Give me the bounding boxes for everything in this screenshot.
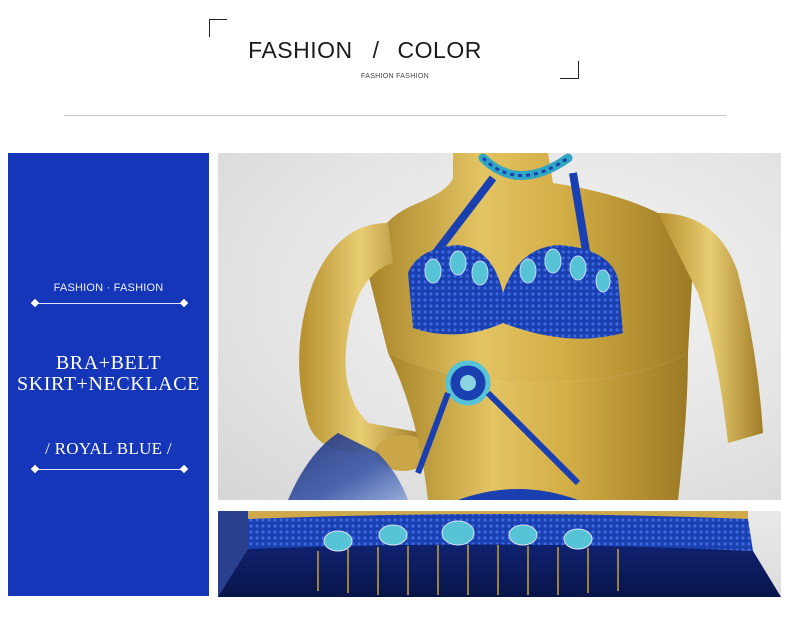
- color-name-label: / ROYAL BLUE /: [45, 439, 172, 458]
- corner-bracket-top-left: [209, 19, 227, 37]
- belt-skirt-photo: [218, 511, 781, 597]
- section-title-right: COLOR: [397, 37, 482, 63]
- belt-skirt-illustration: [218, 511, 781, 597]
- product-detail-page: FASHION / COLOR FASHION FASHION FASHION · …: [0, 0, 790, 631]
- section-title-left: FASHION: [248, 37, 353, 63]
- section-title-separator: /: [372, 37, 380, 63]
- section-subtitle: FASHION FASHION: [361, 73, 429, 80]
- product-components-line-1: BRA+BELT: [55, 352, 162, 374]
- diamond-divider-top: [35, 303, 184, 304]
- color-info-panel: FASHION · FASHION BRA+BELT SKIRT+NECKLAC…: [8, 153, 209, 596]
- mannequin-bra-illustration: [288, 153, 763, 500]
- section-title: FASHION / COLOR: [0, 37, 790, 64]
- header-divider: [64, 115, 727, 116]
- mannequin-bra-photo: [218, 153, 781, 500]
- diamond-divider-bottom: [35, 469, 184, 470]
- product-components-line-2: SKIRT+NECKLACE: [17, 373, 200, 395]
- panel-small-label: FASHION · FASHION: [53, 282, 164, 294]
